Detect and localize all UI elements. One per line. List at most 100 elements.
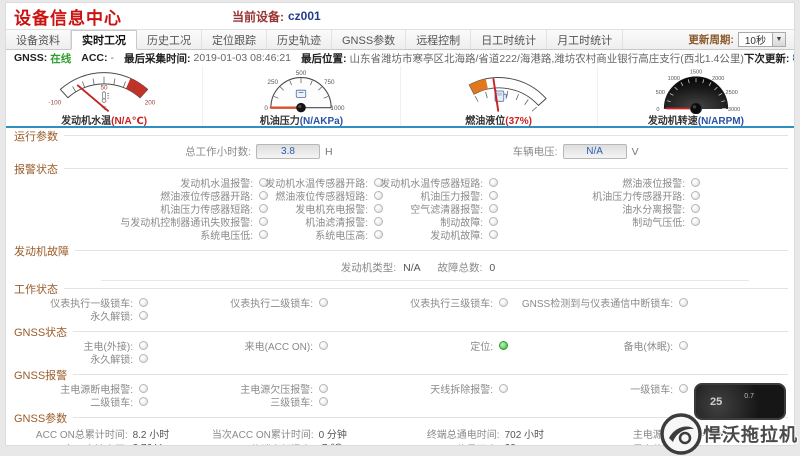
section-title: 发动机故障 bbox=[6, 243, 794, 257]
gnss-status-value: 在线 bbox=[50, 51, 71, 66]
last-location-value: 山东省潍坊市寒亭区北海路/省道222/海港路,潍坊农村商业银行高庄支行(西北1.… bbox=[350, 51, 744, 66]
tab[interactable]: 定位跟踪 bbox=[202, 30, 267, 49]
status-indicator bbox=[259, 204, 268, 213]
current-device-value: cz001 bbox=[288, 9, 321, 23]
work-status-item: GNSS检测到与仪表通信中断锁车: bbox=[556, 296, 736, 309]
section-title-text: 运行参数 bbox=[14, 128, 58, 144]
status-indicator bbox=[679, 341, 688, 350]
alarm-item-label: 发动机故障: bbox=[430, 227, 483, 242]
alarm-item-label: 制动气压低: bbox=[632, 214, 685, 229]
status-indicator bbox=[489, 191, 498, 200]
device-info-page: 设备信息中心 当前设备: cz001 设备资料 实时工况 历史工况 定位跟踪 bbox=[5, 2, 795, 446]
gnss-param-item: ACC ON总累计时间: 8.2 小时 bbox=[16, 426, 202, 441]
status-indicator bbox=[691, 217, 700, 226]
tractor-logo-icon bbox=[659, 412, 703, 456]
status-indicator bbox=[489, 204, 498, 213]
status-indicator bbox=[499, 384, 508, 393]
tab[interactable]: 月工时统计 bbox=[547, 30, 623, 49]
gnss-alarm-item-label: 三级锁车: bbox=[270, 394, 313, 409]
gnss-param-value: 3.76 V bbox=[133, 443, 162, 446]
watermark: 悍沃拖拉机 bbox=[659, 412, 798, 456]
status-indicator bbox=[679, 384, 688, 393]
tick-label: 200 bbox=[145, 99, 156, 106]
gnss-param-label: ACC ON总累计时间: bbox=[16, 426, 128, 441]
gnss-status-item: 来电(ACC ON): bbox=[196, 339, 376, 352]
status-indicator bbox=[499, 298, 508, 307]
total-hours-field[interactable]: 3.8 bbox=[256, 144, 320, 159]
status-indicator bbox=[259, 191, 268, 200]
gnss-param-value: -7 ℃ bbox=[319, 443, 342, 446]
gauge-hub-highlight bbox=[299, 105, 302, 108]
voltage-unit: V bbox=[632, 146, 639, 158]
section-title-text: GNSS参数 bbox=[14, 410, 67, 426]
gnss-param-label: 备用电池电压: bbox=[16, 441, 128, 446]
section-run-params: 运行参数 总工作小时数: 3.8 H 车辆电压: N/A V bbox=[6, 128, 794, 161]
gauge-value: (N/ARPM) bbox=[698, 116, 744, 127]
tab[interactable]: 实时工况 bbox=[71, 30, 137, 50]
tick-label: 500 bbox=[656, 90, 665, 96]
gnss-status-item-label: 备电(休眠): bbox=[624, 338, 673, 353]
gauge-title: 发动机水温(N/A℃) bbox=[6, 112, 202, 127]
tab-label: 日工时统计 bbox=[481, 32, 536, 48]
gauge-row: -100 50 200 ℃ 发动机水温(N/A℃) bbox=[6, 66, 794, 128]
tick-label: 1000 bbox=[667, 76, 679, 82]
gnss-param-item: 当次ACC ON累计时间: 0 分钟 bbox=[202, 426, 388, 441]
gnss-status-item: 定位: bbox=[376, 339, 556, 352]
tab-label: 月工时统计 bbox=[557, 32, 612, 48]
current-device-label: 当前设备: bbox=[232, 8, 284, 25]
gauge-title: 发动机转速(N/ARPM) bbox=[598, 112, 794, 127]
chevron-down-icon[interactable]: ▼ bbox=[772, 33, 785, 46]
last-time-value: 2019-01-03 08:46:21 bbox=[194, 52, 292, 64]
status-indicator bbox=[374, 191, 383, 200]
section-title: GNSS状态 bbox=[6, 324, 794, 338]
gnss-param-value: 8.2 小时 bbox=[133, 426, 170, 441]
water-temp-gauge: -100 50 200 ℃ 发动机水温(N/A℃) bbox=[6, 66, 203, 126]
status-indicator bbox=[499, 341, 508, 350]
total-hours-label: 总工作小时数: bbox=[6, 144, 251, 159]
gnss-param-item: 终端内部温度: -7 ℃ bbox=[202, 441, 388, 446]
gauge-band-group bbox=[466, 72, 548, 114]
status-indicator bbox=[139, 298, 148, 307]
tick-label: 750 bbox=[324, 79, 335, 86]
status-indicator bbox=[139, 397, 148, 406]
status-indicator bbox=[139, 354, 148, 363]
vehicle-voltage-label: 车辆电压: bbox=[333, 144, 558, 159]
refresh-period-select[interactable]: 10秒 ▼ bbox=[738, 32, 786, 47]
gauge-name: 发动机转速 bbox=[648, 116, 698, 127]
next-update-label: 下次更新: bbox=[744, 51, 790, 66]
engine-rpm-gauge: 0 500 1000 1500 2000 2500 3000 发动机转速(N/A… bbox=[598, 66, 794, 126]
vehicle-voltage-field[interactable]: N/A bbox=[563, 144, 627, 159]
gnss-param-item: 终端总通电时间: 702 小时 bbox=[388, 426, 574, 441]
engine-rpm-gauge-dial: 0 500 1000 1500 2000 2500 3000 bbox=[616, 68, 776, 114]
thermometer-icon bbox=[102, 92, 109, 103]
gauge-value: (N/AKPa) bbox=[300, 116, 343, 127]
gnss-param-value: 22 bbox=[505, 443, 516, 446]
status-bar: GNSS: 在线 ACC: - 最后采集时间: 2019-01-03 08:46… bbox=[6, 50, 794, 66]
engine-fault-body: 发动机类型: N/A 故障总数: 0 bbox=[101, 257, 749, 281]
tab[interactable]: 远程控制 bbox=[406, 30, 471, 49]
tab[interactable]: 历史轨迹 bbox=[267, 30, 332, 49]
tick-label: 1000 bbox=[331, 105, 346, 112]
section-title: 报警状态 bbox=[6, 161, 794, 175]
fault-count-label: 故障总数: bbox=[438, 262, 483, 274]
gnss-param-label: 当次ACC ON累计时间: bbox=[202, 426, 314, 441]
tick-label: 50 bbox=[101, 84, 109, 91]
alarm-item: 发动机故障: bbox=[389, 228, 504, 241]
watermark-text: 悍沃拖拉机 bbox=[703, 421, 798, 447]
tab[interactable]: 历史工况 bbox=[137, 30, 202, 49]
tab[interactable]: GNSS参数 bbox=[332, 30, 406, 49]
gnss-alarm-item-label: 天线拆除报警: bbox=[430, 381, 493, 396]
work-status-item: 仪表执行二级锁车: bbox=[196, 296, 376, 309]
gauge-value: (37%) bbox=[505, 116, 532, 127]
gauge-hub-highlight bbox=[693, 105, 696, 108]
section-gnss-alarm: GNSS报警 主电源断电报警: 主电源欠压报警: 天线拆除报警: bbox=[6, 367, 794, 410]
gnss-param-label: 终端内部温度: bbox=[202, 441, 314, 446]
section-alarm-status: 报警状态 发动机水温报警: 发动机水温传感器开路: 发动机水温传感器短路: bbox=[6, 161, 794, 243]
gauge-title: 燃油液位(37%) bbox=[401, 112, 597, 127]
run-params-row: 总工作小时数: 3.8 H 车辆电压: N/A V bbox=[6, 142, 794, 161]
status-indicator bbox=[374, 230, 383, 239]
status-indicator bbox=[679, 298, 688, 307]
tab[interactable]: 设备资料 bbox=[6, 30, 71, 49]
tab[interactable]: 日工时统计 bbox=[471, 30, 547, 49]
tick-label: 250 bbox=[268, 79, 279, 86]
